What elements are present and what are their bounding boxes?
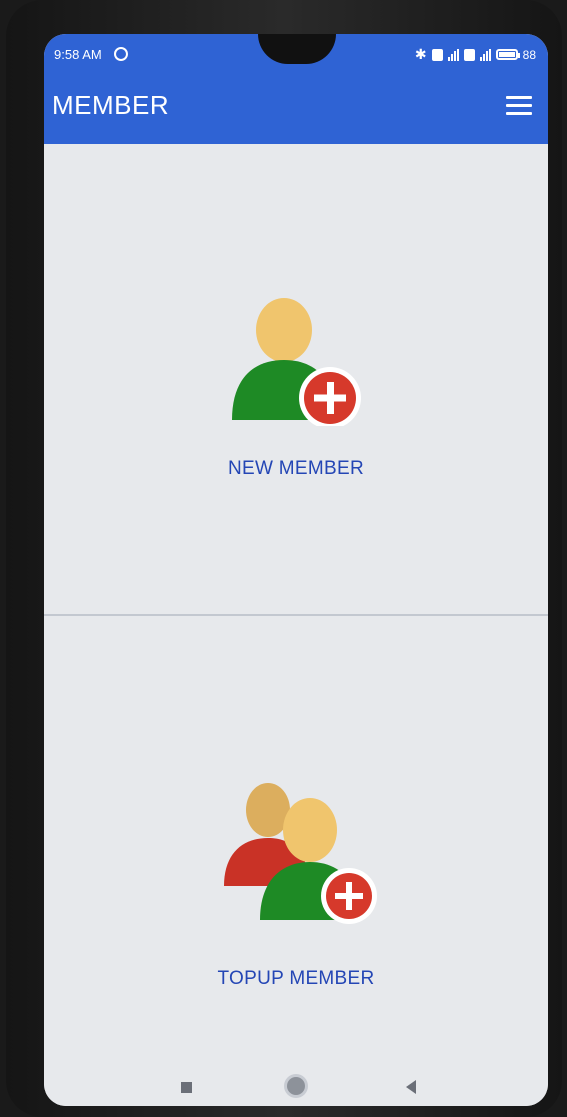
system-navigation-bar <box>44 1064 548 1106</box>
signal-icon <box>479 48 491 61</box>
sim-icon <box>463 48 475 61</box>
add-group-icon <box>224 783 377 924</box>
new-member-label: NEW MEMBER <box>228 458 364 479</box>
status-indicators: ✱ 88 <box>415 46 536 63</box>
battery-level: 88 <box>522 47 536 62</box>
new-member-button[interactable]: NEW MEMBER <box>44 144 548 614</box>
battery-icon <box>495 49 520 60</box>
add-user-icon <box>232 298 361 426</box>
topup-member-button[interactable]: TOPUP MEMBER <box>44 616 548 1106</box>
app-bar: 9:58 AM ✱ 88 MEMBER <box>44 34 548 144</box>
home-icon[interactable] <box>287 1077 305 1095</box>
sim-icon <box>431 48 443 61</box>
topup-member-label: TOPUP MEMBER <box>217 968 375 989</box>
status-time: 9:58 AM <box>54 47 102 62</box>
page-title: MEMBER <box>52 90 170 120</box>
recents-icon[interactable] <box>181 1082 192 1093</box>
alarm-icon <box>114 47 128 61</box>
back-icon[interactable] <box>406 1080 416 1094</box>
hamburger-menu-icon[interactable] <box>506 96 532 116</box>
signal-icon <box>447 48 459 61</box>
bluetooth-icon: ✱ <box>414 46 427 62</box>
screen: 9:58 AM ✱ 88 MEMBER NEW MEMBER TOPUP MEM… <box>44 34 548 1106</box>
phone-frame: 9:58 AM ✱ 88 MEMBER NEW MEMBER TOPUP MEM… <box>6 0 562 1117</box>
